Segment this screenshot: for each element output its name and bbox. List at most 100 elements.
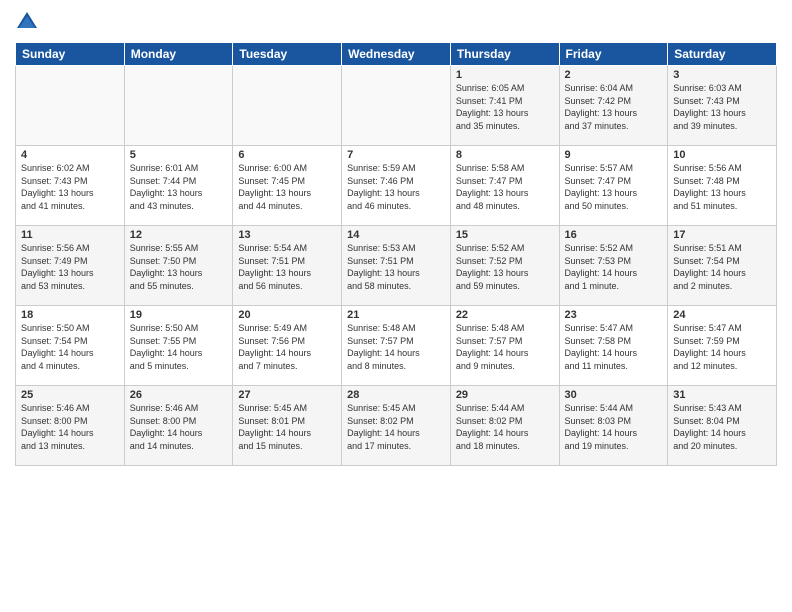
day-info: Sunrise: 5:46 AM Sunset: 8:00 PM Dayligh… [130,402,228,452]
calendar-cell [233,66,342,146]
day-number: 29 [456,389,554,401]
calendar-cell: 14Sunrise: 5:53 AM Sunset: 7:51 PM Dayli… [342,226,451,306]
calendar-cell: 20Sunrise: 5:49 AM Sunset: 7:56 PM Dayli… [233,306,342,386]
day-info: Sunrise: 5:59 AM Sunset: 7:46 PM Dayligh… [347,162,445,212]
calendar-cell: 19Sunrise: 5:50 AM Sunset: 7:55 PM Dayli… [124,306,233,386]
calendar-cell: 24Sunrise: 5:47 AM Sunset: 7:59 PM Dayli… [668,306,777,386]
calendar-cell: 16Sunrise: 5:52 AM Sunset: 7:53 PM Dayli… [559,226,668,306]
day-number: 3 [673,69,771,81]
weekday-header-friday: Friday [559,43,668,66]
day-info: Sunrise: 5:55 AM Sunset: 7:50 PM Dayligh… [130,242,228,292]
day-info: Sunrise: 5:56 AM Sunset: 7:48 PM Dayligh… [673,162,771,212]
day-number: 1 [456,69,554,81]
day-info: Sunrise: 5:50 AM Sunset: 7:54 PM Dayligh… [21,322,119,372]
day-number: 25 [21,389,119,401]
calendar-cell: 21Sunrise: 5:48 AM Sunset: 7:57 PM Dayli… [342,306,451,386]
day-number: 28 [347,389,445,401]
day-info: Sunrise: 5:58 AM Sunset: 7:47 PM Dayligh… [456,162,554,212]
day-info: Sunrise: 6:00 AM Sunset: 7:45 PM Dayligh… [238,162,336,212]
day-info: Sunrise: 6:05 AM Sunset: 7:41 PM Dayligh… [456,82,554,132]
day-info: Sunrise: 5:52 AM Sunset: 7:53 PM Dayligh… [565,242,663,292]
day-number: 24 [673,309,771,321]
page: SundayMondayTuesdayWednesdayThursdayFrid… [0,0,792,612]
day-info: Sunrise: 6:04 AM Sunset: 7:42 PM Dayligh… [565,82,663,132]
day-number: 30 [565,389,663,401]
day-info: Sunrise: 5:50 AM Sunset: 7:55 PM Dayligh… [130,322,228,372]
day-number: 18 [21,309,119,321]
calendar-cell: 18Sunrise: 5:50 AM Sunset: 7:54 PM Dayli… [16,306,125,386]
calendar-cell: 27Sunrise: 5:45 AM Sunset: 8:01 PM Dayli… [233,386,342,466]
calendar-cell: 9Sunrise: 5:57 AM Sunset: 7:47 PM Daylig… [559,146,668,226]
day-info: Sunrise: 5:51 AM Sunset: 7:54 PM Dayligh… [673,242,771,292]
day-number: 22 [456,309,554,321]
week-row-0: 1Sunrise: 6:05 AM Sunset: 7:41 PM Daylig… [16,66,777,146]
day-info: Sunrise: 5:45 AM Sunset: 8:01 PM Dayligh… [238,402,336,452]
calendar-cell [342,66,451,146]
calendar-cell: 23Sunrise: 5:47 AM Sunset: 7:58 PM Dayli… [559,306,668,386]
day-number: 20 [238,309,336,321]
day-number: 11 [21,229,119,241]
calendar-cell: 22Sunrise: 5:48 AM Sunset: 7:57 PM Dayli… [450,306,559,386]
day-number: 19 [130,309,228,321]
day-info: Sunrise: 6:01 AM Sunset: 7:44 PM Dayligh… [130,162,228,212]
day-number: 21 [347,309,445,321]
weekday-header-wednesday: Wednesday [342,43,451,66]
day-info: Sunrise: 6:02 AM Sunset: 7:43 PM Dayligh… [21,162,119,212]
calendar-cell: 5Sunrise: 6:01 AM Sunset: 7:44 PM Daylig… [124,146,233,226]
calendar-cell: 29Sunrise: 5:44 AM Sunset: 8:02 PM Dayli… [450,386,559,466]
day-info: Sunrise: 5:47 AM Sunset: 7:59 PM Dayligh… [673,322,771,372]
week-row-3: 18Sunrise: 5:50 AM Sunset: 7:54 PM Dayli… [16,306,777,386]
day-number: 13 [238,229,336,241]
day-info: Sunrise: 5:49 AM Sunset: 7:56 PM Dayligh… [238,322,336,372]
calendar-cell: 2Sunrise: 6:04 AM Sunset: 7:42 PM Daylig… [559,66,668,146]
week-row-1: 4Sunrise: 6:02 AM Sunset: 7:43 PM Daylig… [16,146,777,226]
week-row-4: 25 Sunrise: 5:46 AM Sunset: 8:00 PM Dayli… [16,386,777,466]
day-number: 10 [673,149,771,161]
day-number: 31 [673,389,771,401]
day-number: 16 [565,229,663,241]
day-number: 12 [130,229,228,241]
day-info: Sunrise: 5:56 AM Sunset: 7:49 PM Dayligh… [21,242,119,292]
calendar-cell: 12Sunrise: 5:55 AM Sunset: 7:50 PM Dayli… [124,226,233,306]
calendar-cell: 30Sunrise: 5:44 AM Sunset: 8:03 PM Dayli… [559,386,668,466]
weekday-header-row: SundayMondayTuesdayWednesdayThursdayFrid… [16,43,777,66]
day-number: 26 [130,389,228,401]
calendar-cell: 3Sunrise: 6:03 AM Sunset: 7:43 PM Daylig… [668,66,777,146]
calendar-cell: 25Sunrise: 5:46 AM Sunset: 8:00 PM Dayli… [16,386,125,466]
day-number: 4 [21,149,119,161]
day-number: 9 [565,149,663,161]
day-number: 5 [130,149,228,161]
day-info: Sunrise: 5:47 AM Sunset: 7:58 PM Dayligh… [565,322,663,372]
day-number: 6 [238,149,336,161]
calendar-cell: 17Sunrise: 5:51 AM Sunset: 7:54 PM Dayli… [668,226,777,306]
calendar-cell: 7Sunrise: 5:59 AM Sunset: 7:46 PM Daylig… [342,146,451,226]
calendar-cell: 11Sunrise: 5:56 AM Sunset: 7:49 PM Dayli… [16,226,125,306]
logo [15,10,43,34]
calendar-cell [16,66,125,146]
day-info: Sunrise: 5:54 AM Sunset: 7:51 PM Dayligh… [238,242,336,292]
day-number: 17 [673,229,771,241]
day-info: Sunrise: 5:52 AM Sunset: 7:52 PM Dayligh… [456,242,554,292]
calendar-cell: 31Sunrise: 5:43 AM Sunset: 8:04 PM Dayli… [668,386,777,466]
calendar-cell: 8Sunrise: 5:58 AM Sunset: 7:47 PM Daylig… [450,146,559,226]
day-number: 7 [347,149,445,161]
day-info: Sunrise: 5:45 AM Sunset: 8:02 PM Dayligh… [347,402,445,452]
weekday-header-sunday: Sunday [16,43,125,66]
logo-icon [15,10,39,34]
calendar-cell: 13Sunrise: 5:54 AM Sunset: 7:51 PM Dayli… [233,226,342,306]
calendar-table: SundayMondayTuesdayWednesdayThursdayFrid… [15,42,777,466]
day-info: Sunrise: 5:44 AM Sunset: 8:02 PM Dayligh… [456,402,554,452]
day-info: Sunrise: 5:57 AM Sunset: 7:47 PM Dayligh… [565,162,663,212]
day-number: 27 [238,389,336,401]
day-info: Sunrise: 5:48 AM Sunset: 7:57 PM Dayligh… [456,322,554,372]
day-number: 8 [456,149,554,161]
day-info: Sunrise: 5:53 AM Sunset: 7:51 PM Dayligh… [347,242,445,292]
calendar-cell: 26Sunrise: 5:46 AM Sunset: 8:00 PM Dayli… [124,386,233,466]
calendar-cell: 10Sunrise: 5:56 AM Sunset: 7:48 PM Dayli… [668,146,777,226]
day-info: Sunrise: 5:44 AM Sunset: 8:03 PM Dayligh… [565,402,663,452]
day-info: Sunrise: 5:43 AM Sunset: 8:04 PM Dayligh… [673,402,771,452]
header [15,10,777,34]
calendar-cell: 6Sunrise: 6:00 AM Sunset: 7:45 PM Daylig… [233,146,342,226]
day-number: 2 [565,69,663,81]
calendar-cell [124,66,233,146]
